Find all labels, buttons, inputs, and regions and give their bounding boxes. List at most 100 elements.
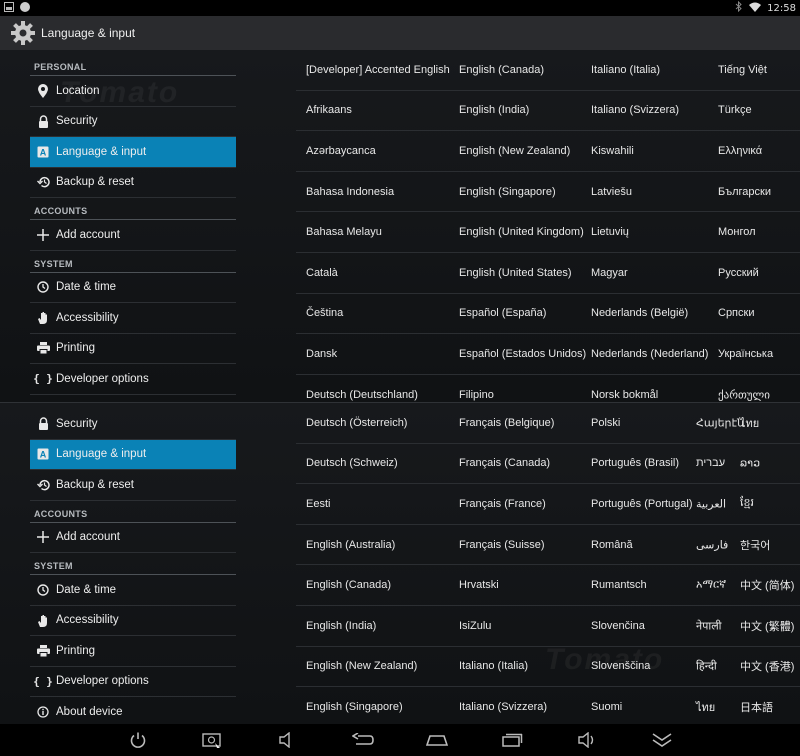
sidebar-item-add-account[interactable]: Add account bbox=[30, 523, 236, 553]
language-option[interactable]: हिन्दी bbox=[696, 659, 717, 674]
language-option[interactable]: Монгол bbox=[718, 226, 756, 238]
language-option[interactable]: Français (France) bbox=[459, 498, 546, 510]
language-option[interactable]: Српски bbox=[718, 307, 754, 319]
sidebar-item-security[interactable]: Security bbox=[30, 107, 236, 137]
language-option[interactable]: Hrvatski bbox=[459, 579, 499, 591]
sidebar-item-date-and-time[interactable]: Date & time bbox=[30, 575, 236, 606]
language-option[interactable]: Français (Belgique) bbox=[459, 417, 554, 429]
sidebar-item-language-and-input[interactable]: A Language & input bbox=[30, 439, 236, 470]
language-option[interactable]: ไทย bbox=[696, 698, 715, 716]
sidebar-item-security[interactable]: Security bbox=[30, 409, 236, 440]
sidebar-item-add-account[interactable]: Add account bbox=[30, 220, 236, 251]
sidebar-item-accessibility[interactable]: Accessibility bbox=[30, 303, 236, 334]
language-option[interactable]: Deutsch (Deutschland) bbox=[306, 389, 418, 401]
language-option[interactable]: Türkçe bbox=[718, 104, 752, 116]
hide-bar-icon[interactable] bbox=[651, 730, 673, 750]
language-option[interactable]: Български bbox=[718, 186, 771, 198]
language-option[interactable]: 中文 (香港) bbox=[740, 658, 794, 674]
language-option[interactable]: አማርኛ bbox=[696, 579, 726, 592]
sidebar-item-date-and-time[interactable]: Date & time bbox=[30, 273, 236, 303]
language-option[interactable]: Nederlands (Nederland) bbox=[591, 348, 708, 360]
language-option[interactable]: ქართული bbox=[718, 388, 770, 401]
language-option[interactable]: Deutsch (Österreich) bbox=[306, 417, 407, 429]
sidebar-item-printing[interactable]: Printing bbox=[30, 636, 236, 667]
volume-down-icon[interactable] bbox=[276, 730, 298, 750]
language-option[interactable]: Dansk bbox=[306, 348, 337, 360]
home-icon[interactable] bbox=[426, 730, 448, 750]
sidebar-item-about-device[interactable]: About device bbox=[30, 395, 236, 403]
language-option[interactable]: עברית bbox=[696, 457, 725, 469]
language-option[interactable]: 日本語 bbox=[740, 699, 773, 715]
language-option[interactable]: Italiano (Svizzera) bbox=[591, 104, 679, 116]
language-option[interactable]: Čeština bbox=[306, 307, 343, 319]
language-option[interactable]: Lietuvių bbox=[591, 226, 629, 238]
language-option[interactable]: 中文 (繁體) bbox=[740, 618, 794, 634]
sidebar-item-backup-and-reset[interactable]: Backup & reset bbox=[30, 470, 236, 501]
language-option[interactable]: Magyar bbox=[591, 267, 628, 279]
language-option[interactable]: Latviešu bbox=[591, 186, 632, 198]
language-option[interactable]: Português (Brasil) bbox=[591, 457, 679, 469]
language-option[interactable]: नेपाली bbox=[696, 618, 722, 633]
language-option[interactable]: English (Canada) bbox=[306, 579, 391, 591]
language-option[interactable]: Ελληνικά bbox=[718, 145, 762, 157]
language-option[interactable]: Português (Portugal) bbox=[591, 498, 693, 510]
language-option[interactable]: Français (Suisse) bbox=[459, 539, 545, 551]
language-option[interactable]: English (Australia) bbox=[306, 539, 395, 551]
language-option[interactable]: Tiếng Việt bbox=[718, 64, 767, 76]
language-option[interactable]: فارسی bbox=[696, 538, 728, 551]
language-option[interactable]: [Developer] Accented English bbox=[306, 64, 450, 76]
back-icon[interactable] bbox=[352, 730, 374, 750]
language-option[interactable]: English (United States) bbox=[459, 267, 572, 279]
language-option[interactable]: العربية bbox=[696, 497, 726, 510]
language-option[interactable]: Polski bbox=[591, 417, 620, 429]
language-option[interactable]: Kiswahili bbox=[591, 145, 634, 157]
recent-apps-icon[interactable] bbox=[501, 730, 523, 750]
sidebar-item-accessibility[interactable]: Accessibility bbox=[30, 606, 236, 636]
sidebar-item-backup-and-reset[interactable]: Backup & reset bbox=[30, 168, 236, 198]
language-option[interactable]: ไทย bbox=[740, 414, 759, 432]
language-option[interactable]: English (Singapore) bbox=[459, 186, 556, 198]
language-option[interactable]: Rumantsch bbox=[591, 579, 647, 591]
sidebar-item-about-device[interactable]: About device bbox=[30, 697, 236, 724]
language-option[interactable]: Afrikaans bbox=[306, 104, 352, 116]
language-option[interactable]: Español (España) bbox=[459, 307, 546, 319]
settings-gear-icon[interactable] bbox=[9, 19, 37, 47]
volume-up-icon[interactable] bbox=[576, 730, 598, 750]
language-option[interactable]: IsiZulu bbox=[459, 620, 491, 632]
power-icon[interactable] bbox=[127, 730, 149, 750]
language-option[interactable]: Italiano (Italia) bbox=[459, 660, 528, 672]
language-option[interactable]: Français (Canada) bbox=[459, 457, 550, 469]
sidebar-item-developer-options[interactable]: { } Developer options bbox=[30, 364, 236, 395]
language-option[interactable]: English (New Zealand) bbox=[459, 145, 570, 157]
language-option[interactable]: Հայերէն bbox=[696, 416, 744, 429]
language-option[interactable]: English (Canada) bbox=[459, 64, 544, 76]
language-option[interactable]: Bahasa Melayu bbox=[306, 226, 382, 238]
language-option[interactable]: Русский bbox=[718, 267, 759, 279]
sidebar-item-developer-options[interactable]: { } Developer options bbox=[30, 667, 236, 697]
language-option[interactable]: 한국어 bbox=[740, 537, 770, 553]
language-option[interactable]: ລາວ bbox=[740, 457, 760, 470]
sidebar-item-language-and-input[interactable]: A Language & input bbox=[30, 137, 236, 168]
language-option[interactable]: Eesti bbox=[306, 498, 330, 510]
language-option[interactable]: Norsk bokmål bbox=[591, 389, 658, 401]
language-option[interactable]: English (Singapore) bbox=[306, 701, 403, 713]
language-option[interactable]: Slovenčina bbox=[591, 620, 645, 632]
language-option[interactable]: English (United Kingdom) bbox=[459, 226, 584, 238]
language-option[interactable]: English (India) bbox=[459, 104, 529, 116]
language-option[interactable]: English (India) bbox=[306, 620, 376, 632]
language-option[interactable]: Română bbox=[591, 539, 633, 551]
language-option[interactable]: Nederlands (België) bbox=[591, 307, 688, 319]
language-option[interactable]: Suomi bbox=[591, 701, 622, 713]
language-option[interactable]: Català bbox=[306, 267, 338, 279]
language-option[interactable]: Bahasa Indonesia bbox=[306, 186, 394, 198]
language-option[interactable]: Español (Estados Unidos) bbox=[459, 348, 586, 360]
language-option[interactable]: English (New Zealand) bbox=[306, 660, 417, 672]
language-option[interactable]: ខ្មែរ bbox=[740, 496, 754, 512]
language-option[interactable]: Українська bbox=[718, 348, 773, 360]
language-option[interactable]: Deutsch (Schweiz) bbox=[306, 457, 398, 469]
screenshot-icon[interactable] bbox=[201, 730, 223, 750]
language-option[interactable]: Azərbaycanca bbox=[306, 145, 376, 157]
language-option[interactable]: Italiano (Italia) bbox=[591, 64, 660, 76]
language-option[interactable]: Italiano (Svizzera) bbox=[459, 701, 547, 713]
language-option[interactable]: 中文 (简体) bbox=[740, 577, 794, 593]
